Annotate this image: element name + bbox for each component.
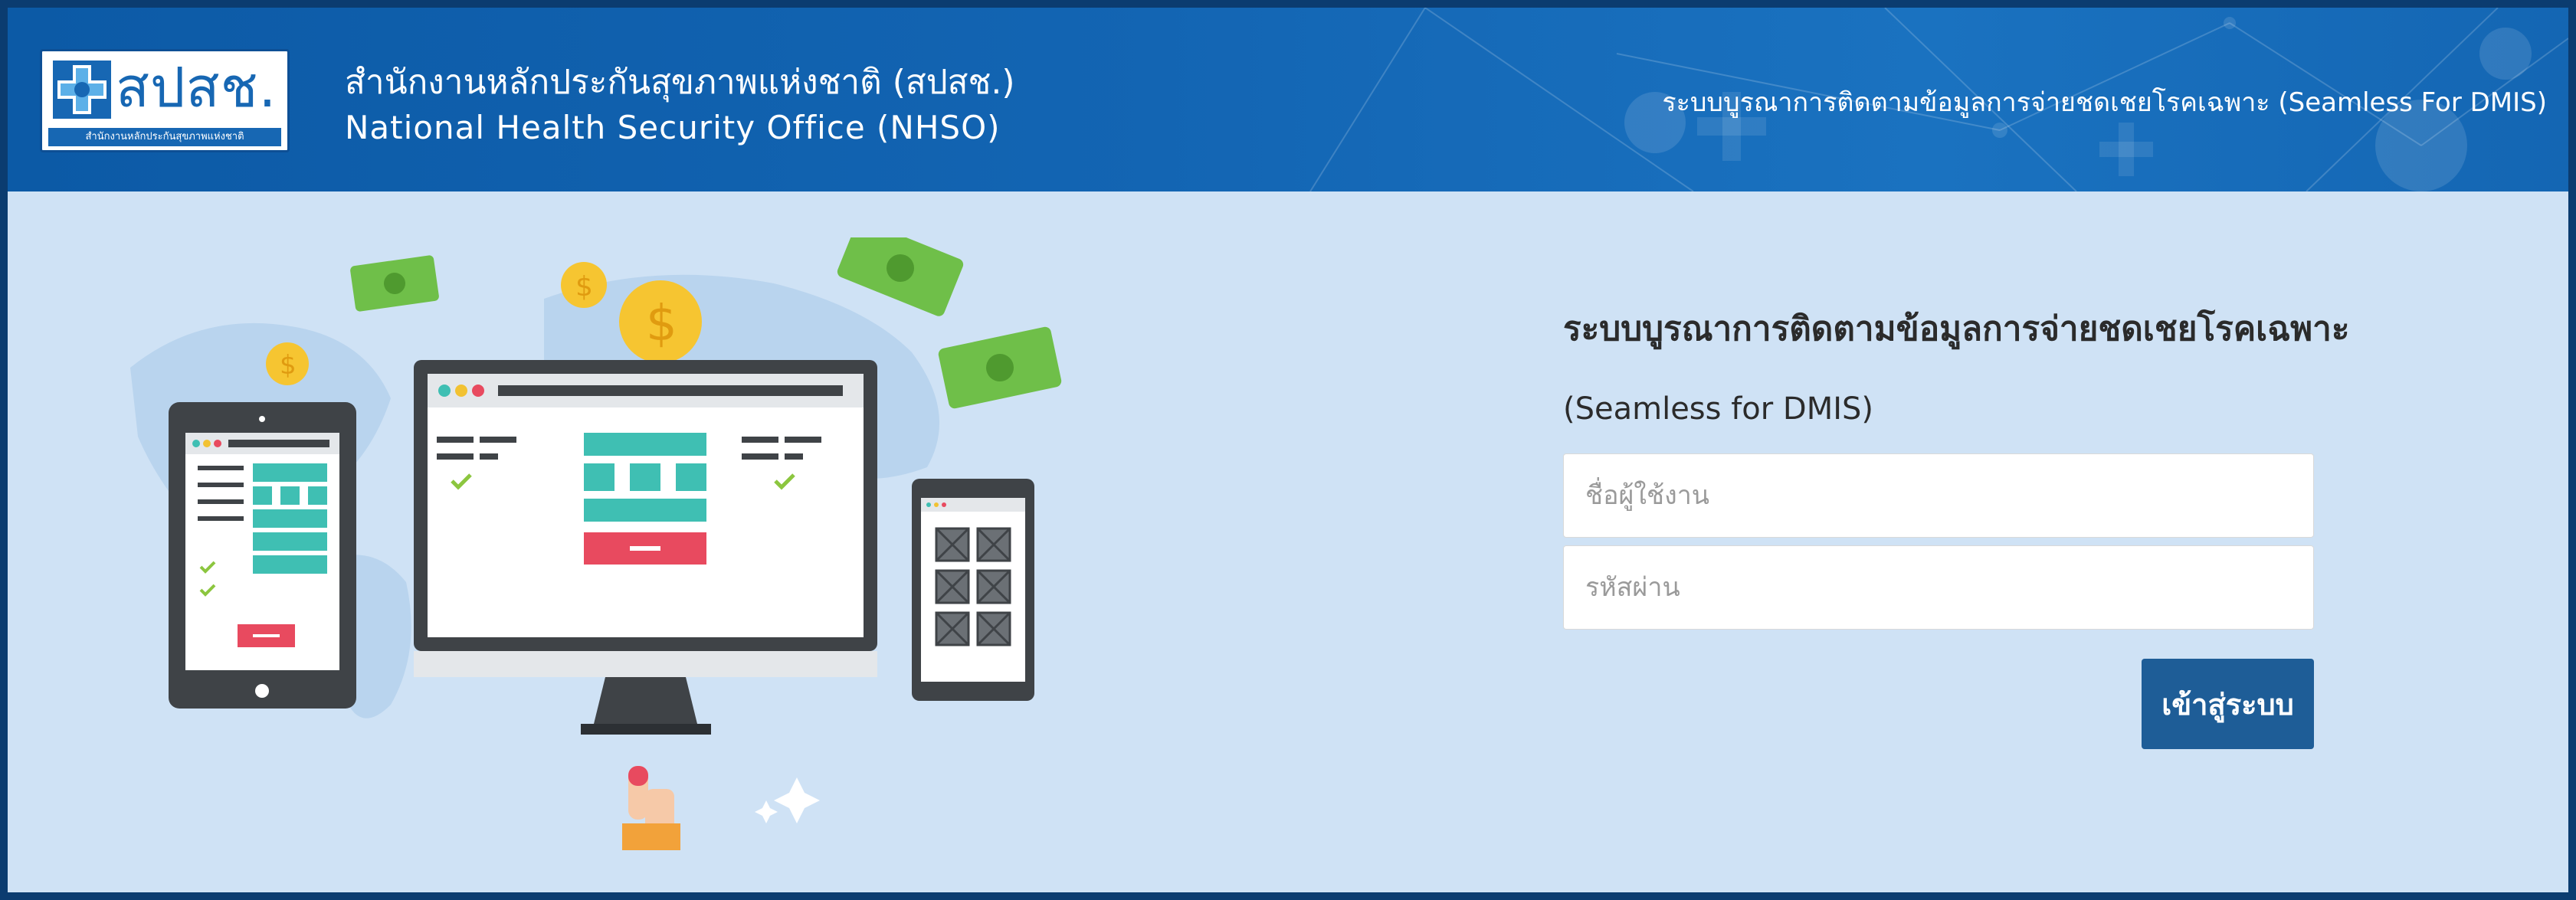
banknote-icon	[350, 255, 439, 312]
dollar-coin-icon: $	[561, 262, 607, 308]
svg-text:$: $	[280, 350, 297, 381]
monitor-icon	[414, 360, 877, 735]
banknote-icon	[837, 237, 964, 316]
org-name-english: National Health Security Office (NHSO)	[345, 109, 1001, 146]
dollar-coin-icon: $	[619, 280, 702, 363]
logo-subtext: สำนักงานหลักประกันสุขภาพแห่งชาติ	[48, 128, 281, 146]
phone-icon	[912, 479, 1034, 701]
password-input[interactable]	[1563, 545, 2314, 630]
site-header: สปสช. สำนักงานหลักประกันสุขภาพแห่งชาติ ส…	[8, 8, 2568, 191]
tablet-icon	[169, 402, 356, 709]
username-input[interactable]	[1563, 453, 2314, 538]
nhso-logo[interactable]: สปสช. สำนักงานหลักประกันสุขภาพแห่งชาติ	[40, 49, 290, 152]
login-button[interactable]: เข้าสู่ระบบ	[2142, 659, 2314, 749]
login-subtitle: (Seamless for DMIS)	[1563, 391, 1874, 427]
svg-text:$: $	[646, 296, 677, 352]
login-title: ระบบบูรณาการติดตามข้อมูลการจ่ายชดเชยโรคเ…	[1563, 309, 2350, 349]
dollar-coin-icon: $	[266, 342, 309, 385]
system-title: ระบบบูรณาการติดตามข้อมูลการจ่ายชดเชยโรคเ…	[1662, 87, 2547, 118]
hero-illustration: $ $ $	[130, 237, 1062, 850]
svg-text:$: $	[575, 271, 593, 303]
banknote-icon	[938, 326, 1062, 409]
main-content: $ $ $ ระบบบูรณาการติดตามข้อมูลการจ่ายชดเ…	[8, 191, 2568, 892]
org-name-thai: สำนักงานหลักประกันสุขภาพแห่งชาติ (สปสช.)	[345, 63, 1015, 102]
form-actions: เข้าสู่ระบบ	[1563, 659, 2314, 758]
hand-click-icon	[622, 766, 680, 850]
window-frame: สปสช. สำนักงานหลักประกันสุขภาพแห่งชาติ ส…	[0, 0, 2576, 900]
sparkle-icon	[755, 777, 820, 823]
nhso-cross-logo-icon	[53, 61, 111, 119]
login-form: ระบบบูรณาการติดตามข้อมูลการจ่ายชดเชยโรคเ…	[1563, 306, 2350, 758]
logo-wordmark: สปสช.	[116, 55, 277, 119]
